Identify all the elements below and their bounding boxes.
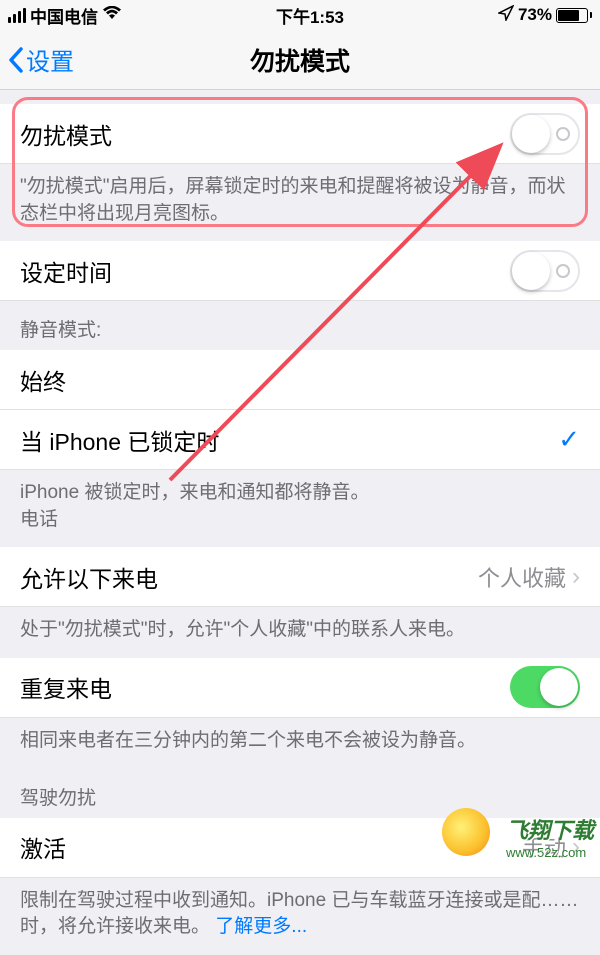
status-time: 下午1:53 (276, 3, 344, 28)
dnd-label: 勿扰模式 (20, 117, 112, 151)
silence-always-row[interactable]: 始终 (0, 350, 600, 410)
silence-header: 静音模式: (0, 301, 600, 350)
nav-bar: 设置 勿扰模式 (0, 30, 600, 90)
locked-label: 当 iPhone 已锁定时 (20, 423, 219, 457)
allow-calls-label: 允许以下来电 (20, 560, 158, 594)
schedule-row[interactable]: 设定时间 (0, 241, 600, 301)
schedule-label: 设定时间 (20, 254, 112, 288)
chevron-left-icon (8, 47, 24, 73)
carrier-label: 中国电信 (30, 3, 98, 28)
wifi-icon (102, 5, 122, 25)
checkmark-icon: ✓ (558, 424, 580, 455)
dnd-toggle-row[interactable]: 勿扰模式 (0, 104, 600, 164)
learn-more-link[interactable]: 了解更多... (215, 916, 307, 937)
back-button[interactable]: 设置 (0, 42, 74, 77)
driving-header: 驾驶勿扰 (0, 769, 600, 818)
repeat-footer: 相同来电者在三分钟内的第二个来电不会被设为静音。 (0, 718, 600, 769)
back-label: 设置 (26, 42, 74, 77)
repeat-label: 重复来电 (20, 670, 112, 704)
dnd-toggle[interactable] (510, 113, 580, 155)
status-bar: 中国电信 下午1:53 73% (0, 0, 600, 30)
repeat-toggle[interactable] (510, 666, 580, 708)
allow-calls-value: 个人收藏 (478, 561, 566, 593)
allow-calls-row[interactable]: 允许以下来电 个人收藏 › (0, 547, 600, 607)
activate-label: 激活 (20, 830, 66, 864)
schedule-toggle[interactable] (510, 250, 580, 292)
silence-locked-row[interactable]: 当 iPhone 已锁定时 ✓ (0, 410, 600, 470)
page-title: 勿扰模式 (0, 42, 600, 78)
watermark: 飞翔下载 www.52z.com (506, 813, 594, 860)
dnd-footer: "勿扰模式"启用后，屏幕锁定时的来电和提醒将被设为静音，而状态栏中将出现月亮图标… (0, 164, 600, 241)
signal-icon (8, 8, 26, 23)
silence-footer: iPhone 被锁定时，来电和通知都将静音。 电话 (0, 470, 600, 547)
chevron-right-icon: › (572, 563, 580, 591)
battery-icon (556, 8, 592, 23)
driving-footer: 限制在驾驶过程中收到通知。iPhone 已与车载蓝牙连接或是配……时，将允许接收… (0, 878, 600, 955)
always-label: 始终 (20, 363, 66, 397)
battery-pct: 73% (518, 5, 552, 25)
location-icon (498, 5, 514, 26)
watermark-logo (442, 808, 490, 856)
repeat-calls-row[interactable]: 重复来电 (0, 658, 600, 718)
allow-calls-footer: 处于"勿扰模式"时，允许"个人收藏"中的联系人来电。 (0, 607, 600, 658)
